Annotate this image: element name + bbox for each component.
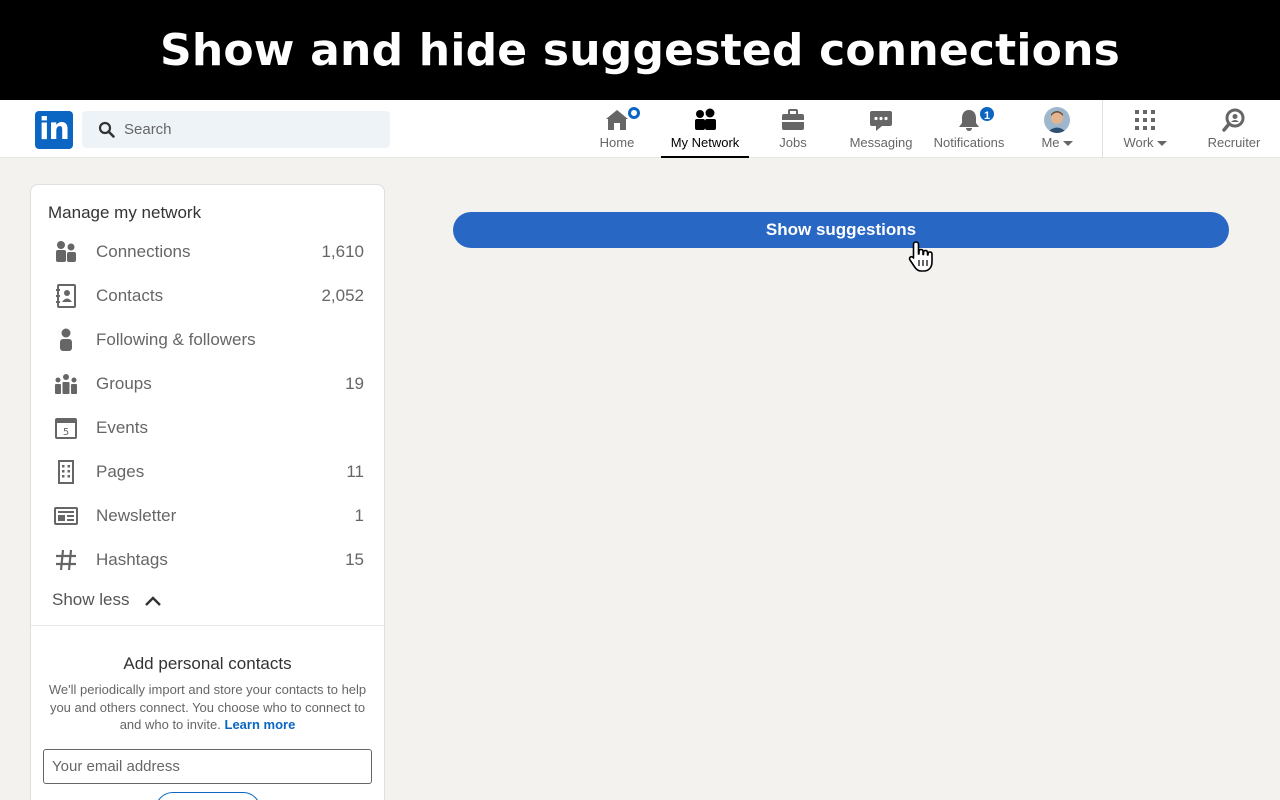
svg-text:5: 5 [63,427,69,438]
sidebar-item-count: 2,052 [321,286,364,305]
nav-messaging[interactable]: Messaging [837,100,925,158]
sidebar-item-hashtags[interactable]: Hashtags 15 [48,541,368,581]
email-field[interactable] [43,749,372,784]
sidebar-item-count: 11 [346,462,364,481]
sidebar-item-count: 15 [345,550,364,569]
sidebar-item-newsletter[interactable]: Newsletter 1 [48,497,368,537]
groups-icon [55,374,77,394]
hashtag-icon [56,549,76,571]
nav-notifications[interactable]: 1 Notifications [925,100,1013,158]
show-less-button[interactable]: Show less [52,590,162,610]
chevron-down-icon [1156,141,1167,147]
network-icon [695,108,716,130]
nav-recruiter[interactable]: Recruiter [1190,100,1278,158]
linkedin-logo[interactable]: in [35,111,73,149]
newsletter-icon [54,507,78,525]
notifications-count-badge: 1 [978,105,996,123]
nav-recruiter-label: Recruiter [1207,135,1261,150]
show-less-label: Show less [52,590,130,609]
sidebar-item-count: 1 [354,506,364,525]
nav-home[interactable]: Home [573,100,661,158]
nav-messaging-label: Messaging [849,135,913,150]
home-notification-dot [626,105,642,121]
search-icon [98,121,115,138]
search-box[interactable] [82,111,390,148]
grid-icon [1135,110,1155,130]
contacts-icon [56,284,76,308]
add-contacts-description: We'll periodically import and store your… [48,682,367,732]
nav-jobs[interactable]: Jobs [749,100,837,158]
sidebar-item-label: Newsletter [96,506,177,525]
chevron-up-icon [145,595,162,606]
sidebar-item-label: Events [96,418,148,437]
building-icon [58,460,74,484]
sidebar-item-contacts[interactable]: Contacts 2,052 [48,277,368,317]
connections-icon [56,241,76,262]
nav-work[interactable]: Work [1101,100,1189,158]
nav-notifications-label: Notifications [933,135,1005,150]
chevron-down-icon [1062,141,1073,147]
hand-cursor-icon [908,241,933,272]
top-navigation-bar: in Home My Network Jobs [0,100,1280,158]
sidebar-item-count: 19 [345,374,364,393]
banner-title: Show and hide suggested connections [159,24,1121,76]
sidebar-item-label: Hashtags [96,550,168,569]
recruiter-icon [1222,108,1245,132]
person-icon [60,328,72,351]
sidebar-item-connections[interactable]: Connections 1,610 [48,233,368,273]
nav-jobs-label: Jobs [779,135,807,150]
messaging-icon [870,111,892,131]
sidebar-item-following-followers[interactable]: Following & followers [48,321,368,361]
search-input[interactable] [124,111,379,148]
learn-more-link[interactable]: Learn more [225,717,296,732]
avatar [1044,107,1070,133]
section-divider [31,625,384,626]
nav-me-label: Me [1013,135,1101,150]
calendar-icon: 5 [55,418,77,439]
sidebar-item-label: Connections [96,242,191,261]
manage-network-heading: Manage my network [48,203,202,222]
tutorial-banner: Show and hide suggested connections [0,0,1280,100]
nav-my-network-label: My Network [670,135,740,150]
sidebar-item-label: Pages [96,462,145,481]
show-suggestions-button[interactable]: Show suggestions [453,212,1229,248]
nav-home-label: Home [599,135,635,150]
nav-me[interactable]: Me [1013,100,1101,158]
sidebar-item-label: Groups [96,374,152,393]
sidebar-item-label: Following & followers [96,330,256,349]
nav-work-label: Work [1101,135,1189,150]
sidebar-item-count: 1,610 [321,242,364,261]
add-contacts-title: Add personal contacts [123,654,292,673]
sidebar-item-events[interactable]: 5 Events [48,409,368,449]
sidebar-item-pages[interactable]: Pages 11 [48,453,368,493]
sidebar-item-label: Contacts [96,286,164,305]
continue-button[interactable] [155,792,261,800]
nav-my-network[interactable]: My Network [661,100,749,158]
sidebar-item-groups[interactable]: Groups 19 [48,365,368,405]
briefcase-icon [782,109,804,130]
manage-network-card: Manage my network Connections 1,610 Cont… [30,184,385,800]
